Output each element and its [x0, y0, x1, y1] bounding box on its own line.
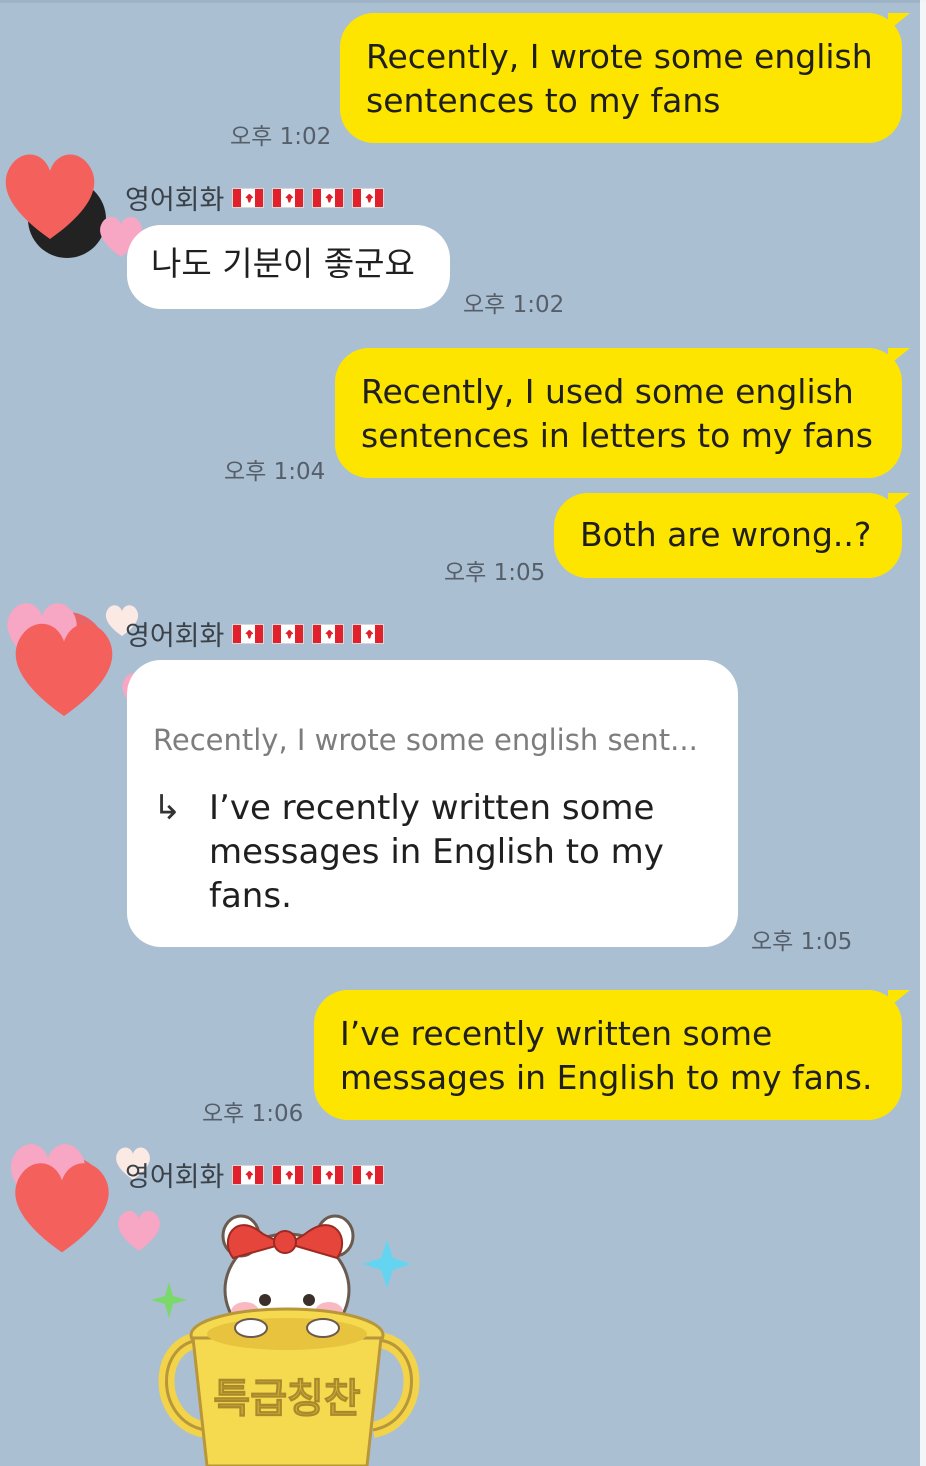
sender-label: 영어회화 — [125, 1162, 225, 1193]
reply-body: ↳ I’ve recently written some messages in… — [153, 786, 712, 918]
my-message-bubble[interactable]: I’ve recently written some messages in E… — [314, 990, 910, 1120]
canada-flag-icon — [232, 623, 265, 644]
their-message-bubble[interactable]: 나도 기분이 좋군요 — [127, 225, 450, 309]
sender-name: 영어회화 — [125, 614, 385, 653]
canada-flag-icon — [352, 187, 385, 208]
message-text: Both are wrong..? — [580, 515, 872, 554]
canada-flag-icon — [272, 623, 305, 644]
canada-flag-icon — [272, 1164, 305, 1185]
reply-arrow-icon: ↳ — [153, 788, 182, 828]
canada-flag-icon — [312, 1164, 345, 1185]
sender-label: 영어회화 — [125, 621, 225, 652]
message-text: I’ve recently written some messages in E… — [340, 1014, 873, 1097]
message-text: Recently, I wrote some english sentences… — [366, 37, 873, 120]
sender-label: 영어회화 — [125, 185, 225, 216]
canada-flag-icon — [232, 187, 265, 208]
message-time: 오후 1:05 — [444, 560, 546, 586]
message-time: 오후 1:02 — [230, 124, 332, 150]
sender-name: 영어회화 — [125, 178, 385, 217]
scroll-edge — [920, 0, 926, 1466]
message-time: 오후 1:04 — [224, 459, 326, 485]
canada-flag-icon — [352, 623, 385, 644]
top-divider — [0, 0, 926, 3]
sender-name: 영어회화 — [125, 1155, 385, 1194]
canada-flag-icon — [232, 1164, 265, 1185]
message-time: 오후 1:02 — [463, 292, 565, 318]
canada-flag-icon — [352, 1164, 385, 1185]
reply-text: I’ve recently written some messages in E… — [209, 788, 664, 916]
sparkle-icon — [363, 1240, 411, 1288]
my-message-bubble[interactable]: Both are wrong..? — [554, 493, 910, 578]
canada-flag-icon — [312, 623, 345, 644]
canada-flag-icon — [312, 187, 345, 208]
canada-flag-icon — [272, 187, 305, 208]
heart-icon — [15, 1163, 109, 1253]
reply-message-bubble[interactable]: Recently, I wrote some english sent... ↳… — [127, 660, 738, 947]
message-time: 오후 1:05 — [751, 929, 853, 955]
message-text: 나도 기분이 좋군요 — [151, 244, 415, 283]
message-time: 오후 1:06 — [202, 1101, 304, 1127]
message-text: Recently, I used some english sentences … — [361, 372, 873, 455]
my-message-bubble[interactable]: Recently, I wrote some english sentences… — [340, 13, 910, 143]
sparkle-icon — [151, 1282, 187, 1318]
sticker-image[interactable]: 특급칭찬 — [145, 1200, 430, 1466]
sticker-text: 특급칭찬 — [213, 1376, 360, 1422]
quoted-message[interactable]: Recently, I wrote some english sent... — [153, 720, 712, 760]
heart-icon — [5, 154, 95, 239]
my-message-bubble[interactable]: Recently, I used some english sentences … — [335, 348, 910, 478]
